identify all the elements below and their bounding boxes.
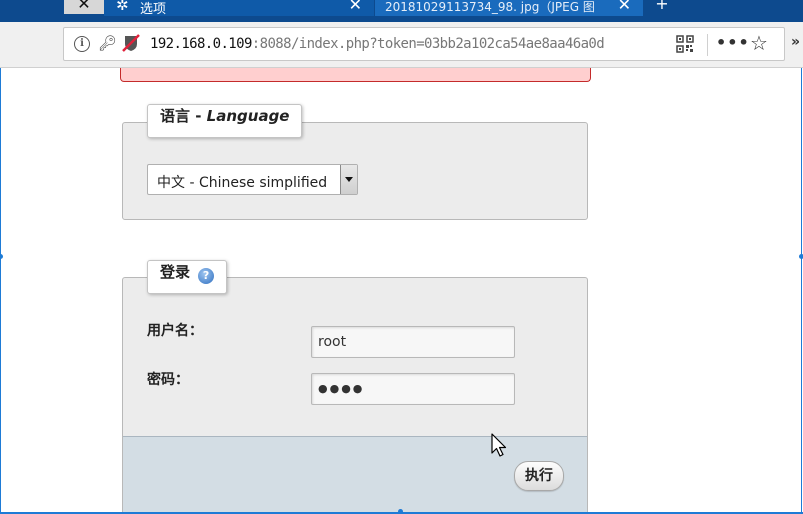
url-text[interactable]: 192.168.0.109:8088/index.php?token=03bb2… [150, 36, 645, 52]
tab-label: 选项 [140, 2, 167, 17]
settings-icon: ✲ [116, 0, 129, 14]
tab-close-icon[interactable]: ✕ [349, 0, 362, 14]
url-port: :8088 [251, 36, 292, 52]
insecure-shield-icon[interactable] [121, 33, 141, 53]
language-legend: 语言 - Language [147, 104, 303, 138]
info-icon[interactable]: i [74, 36, 90, 52]
login-legend: 登录? [147, 260, 228, 294]
browser-toolbar: i 🔑︎ 192.168.0.109:8088/index.php?token=… [0, 22, 803, 68]
key-icon[interactable]: 🔑︎ [98, 34, 117, 52]
language-select-value: 中文 - Chinese simplified [157, 175, 328, 191]
new-tab-button[interactable]: + [652, 0, 672, 16]
url-fade [604, 30, 646, 58]
tab-label: 20181029113734_98. jpg（JPEG 图 [385, 0, 595, 14]
language-legend-text: 语言 - [160, 107, 207, 125]
qr-code-icon[interactable] [676, 35, 694, 53]
frame-border-right [801, 68, 802, 514]
toolbar-overflow-icon[interactable]: » [791, 34, 800, 50]
language-legend-italic: Language [206, 107, 290, 125]
url-path: /index.php?token=03bb2a102ca54ae8aa46a0d [290, 36, 605, 52]
tab-options[interactable]: ✲ 选项 ✕ [104, 0, 374, 17]
dropdown-arrow-icon[interactable] [340, 165, 357, 194]
password-value: ●●●● [318, 382, 365, 395]
username-label: 用户名： [147, 323, 203, 339]
url-host: 192.168.0.109 [150, 36, 252, 52]
login-legend-text: 登录 [160, 263, 191, 281]
resize-handle[interactable] [0, 254, 3, 259]
bookmark-star-icon[interactable]: ☆ [750, 31, 768, 55]
frame-border-left [0, 68, 1, 514]
username-value: root [318, 334, 347, 350]
tab-jpeg-image[interactable]: 20181029113734_98. jpg（JPEG 图 ✕ [375, 0, 643, 16]
tab-close-icon[interactable]: ✕ [618, 0, 631, 14]
password-input[interactable]: ●●●● [311, 373, 515, 405]
error-message-box [120, 68, 591, 82]
language-select[interactable]: 中文 - Chinese simplified [147, 164, 358, 195]
close-icon[interactable]: ✕ [64, 0, 104, 14]
resize-handle[interactable] [398, 509, 403, 514]
password-label: 密码： [147, 372, 189, 388]
mouse-cursor-icon [491, 433, 507, 457]
help-icon[interactable]: ? [198, 268, 215, 284]
address-bar[interactable]: i 🔑︎ 192.168.0.109:8088/index.php?token=… [63, 27, 785, 61]
submit-button[interactable]: 执行 [514, 461, 564, 491]
more-icon[interactable]: ••• [716, 33, 750, 52]
tab-strip: ✕ ✲ 选项 ✕ 20181029113734_98. jpg（JPEG 图 ✕… [0, 0, 803, 22]
resize-handle[interactable] [799, 254, 803, 259]
toolbar-divider [707, 34, 708, 56]
username-input[interactable]: root [311, 326, 515, 358]
